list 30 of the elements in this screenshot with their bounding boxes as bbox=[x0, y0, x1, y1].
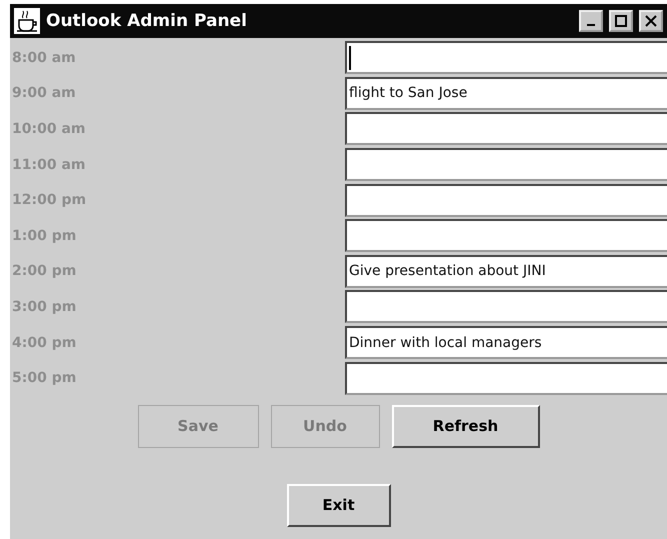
maximize-icon bbox=[615, 15, 627, 27]
input-field[interactable] bbox=[345, 148, 667, 182]
time-label: 9:00 am bbox=[11, 85, 76, 102]
close-icon bbox=[645, 15, 657, 27]
time-label: 3:00 pm bbox=[11, 298, 76, 315]
exit-button[interactable]: Exit bbox=[286, 484, 390, 527]
input-field[interactable] bbox=[345, 112, 667, 146]
input-field[interactable] bbox=[345, 41, 667, 74]
input-field[interactable] bbox=[345, 219, 667, 252]
time-label: 5:00 pm bbox=[11, 370, 76, 386]
input-field[interactable]: Dinner with local managers bbox=[345, 326, 667, 360]
input-field[interactable]: Give presentation about JINI bbox=[345, 254, 667, 288]
close-button[interactable] bbox=[639, 10, 663, 32]
time-label: 4:00 pm bbox=[11, 334, 76, 351]
time-label: 10:00 am bbox=[11, 120, 86, 137]
time-label: 1:00 pm bbox=[11, 228, 76, 244]
coffee-cup-icon bbox=[14, 8, 40, 34]
time-label: 11:00 am bbox=[11, 156, 86, 173]
time-label: 12:00 pm bbox=[11, 192, 86, 208]
window-title: Outlook Admin Panel bbox=[46, 11, 248, 31]
input-field[interactable] bbox=[345, 184, 667, 217]
input-field[interactable]: flight to San Jose bbox=[345, 76, 667, 110]
maximize-button[interactable] bbox=[609, 10, 633, 32]
refresh-button[interactable]: Refresh bbox=[392, 404, 540, 448]
minimize-button[interactable] bbox=[579, 10, 603, 32]
time-label: 2:00 pm bbox=[11, 263, 76, 280]
input-field[interactable] bbox=[345, 362, 667, 395]
input-field[interactable] bbox=[345, 290, 667, 324]
minimize-icon bbox=[587, 24, 595, 26]
time-label: 8:00 am bbox=[11, 50, 76, 66]
